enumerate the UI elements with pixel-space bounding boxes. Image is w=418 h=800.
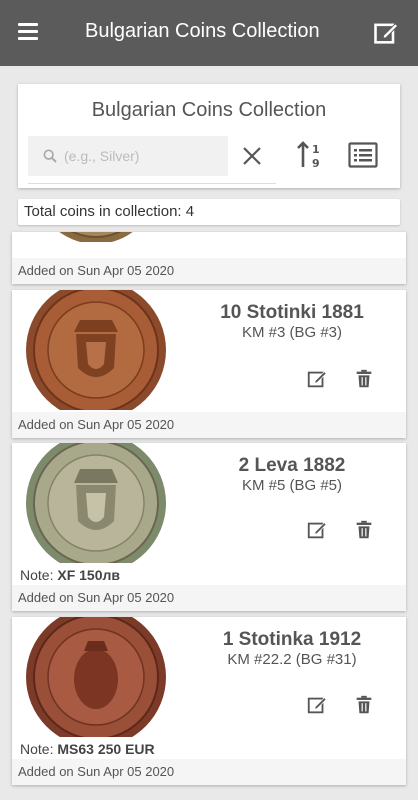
trash-icon[interactable] <box>353 519 375 541</box>
edit-icon[interactable] <box>306 519 328 541</box>
coin-catalog: KM #5 (BG #5) <box>241 477 343 494</box>
note-label: Note: <box>20 567 58 583</box>
coin-note: Note: MS63 250 EUR <box>20 741 155 757</box>
trash-icon[interactable] <box>353 694 375 716</box>
total-coins-label: Total coins in collection: 4 <box>18 199 400 225</box>
search-icon <box>43 149 57 163</box>
coin-note: Note: XF 150лв <box>20 567 120 583</box>
note-value: MS63 250 EUR <box>57 741 155 757</box>
edit-icon[interactable] <box>306 694 328 716</box>
coin-catalog: KM #3 (BG #3) <box>241 324 343 341</box>
note-label: Note: <box>20 741 58 757</box>
sort-numeric-icon[interactable]: 1 9 <box>296 140 324 170</box>
added-date: Added on Sun Apr 05 2020 <box>12 759 406 785</box>
coin-card[interactable]: 2 Leva 1882 KM #5 (BG #5) Note: XF 150лв… <box>12 443 406 611</box>
coin-name: 1 Stotinka 1912 <box>222 629 362 650</box>
coin-image <box>59 232 133 242</box>
coin-card[interactable]: Added on Sun Apr 05 2020 <box>12 232 406 284</box>
close-icon[interactable] <box>240 144 264 168</box>
collection-header-card: Bulgarian Coins Collection 1 9 <box>18 84 400 188</box>
search-input[interactable] <box>64 144 222 168</box>
collection-title: Bulgarian Coins Collection <box>91 99 327 121</box>
search-box <box>28 136 228 176</box>
hamburger-icon[interactable] <box>18 23 38 41</box>
coin-image <box>26 290 166 410</box>
edit-icon[interactable] <box>306 368 328 390</box>
coin-image <box>26 443 166 563</box>
coin-name: 10 Stotinki 1881 <box>220 302 364 323</box>
list-icon[interactable] <box>348 142 378 168</box>
svg-text:1: 1 <box>312 143 320 156</box>
trash-icon[interactable] <box>353 368 375 390</box>
svg-text:9: 9 <box>312 157 320 170</box>
coin-card[interactable]: 1 Stotinka 1912 KM #22.2 (BG #31) Note: … <box>12 617 406 785</box>
edit-icon[interactable] <box>372 19 400 47</box>
added-date: Added on Sun Apr 05 2020 <box>12 585 406 611</box>
note-value: XF 150лв <box>57 567 120 583</box>
app-title: Bulgarian Coins Collection <box>85 20 320 42</box>
coin-card[interactable]: 10 Stotinki 1881 KM #3 (BG #3) Added on … <box>12 290 406 438</box>
search-underline <box>28 183 276 184</box>
added-date: Added on Sun Apr 05 2020 <box>12 258 406 284</box>
coin-catalog: KM #22.2 (BG #31) <box>227 651 357 668</box>
coin-name: 2 Leva 1882 <box>238 455 346 476</box>
app-bar: Bulgarian Coins Collection <box>0 0 418 66</box>
added-date: Added on Sun Apr 05 2020 <box>12 412 406 438</box>
coin-image <box>26 617 166 737</box>
